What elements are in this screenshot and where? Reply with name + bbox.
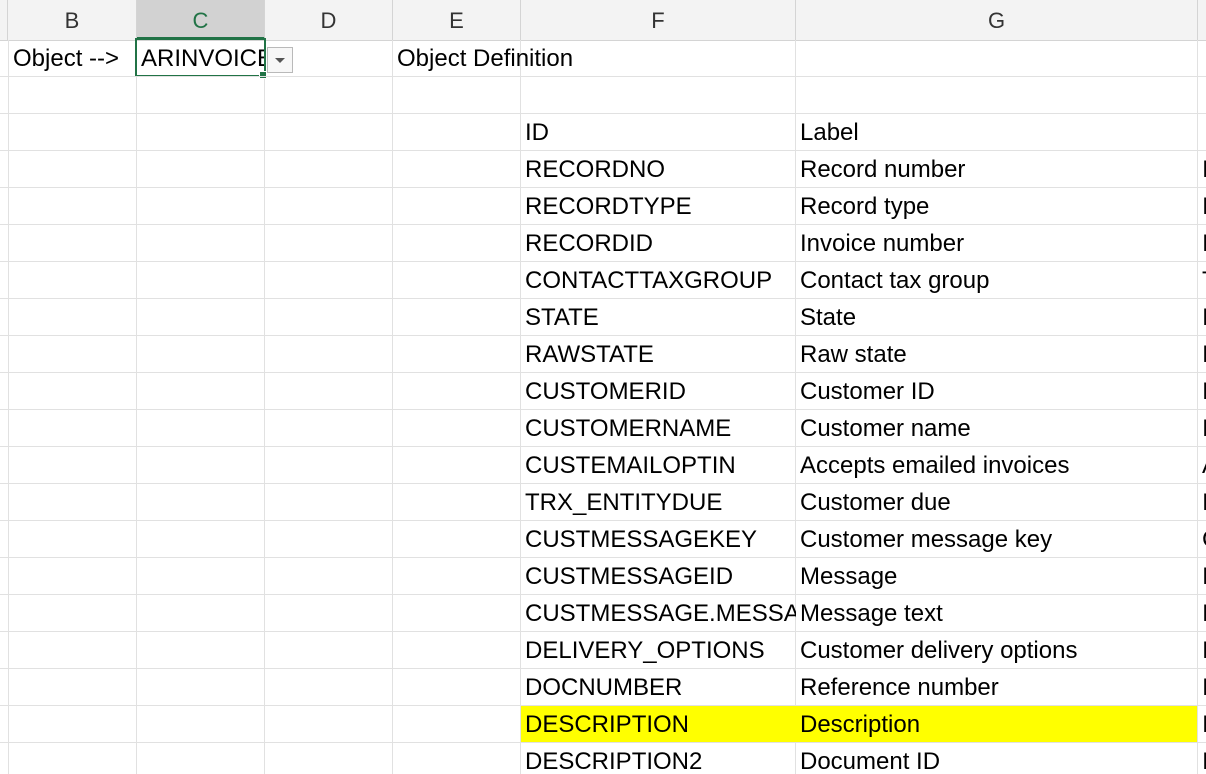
table-cell-next-column[interactable]: I	[1202, 559, 1206, 595]
table-cell-label[interactable]: Customer ID	[800, 374, 935, 410]
cell-grid[interactable]: Object --> ARINVOICE Object Definition I…	[0, 38, 1206, 774]
column-header-g[interactable]: G	[796, 0, 1198, 40]
table-cell-next-column[interactable]: I	[1202, 152, 1206, 188]
column-header-f[interactable]: F	[521, 0, 796, 40]
table-cell-next-column[interactable]: I	[1202, 337, 1206, 373]
table-cell-id[interactable]: DESCRIPTION2	[525, 744, 796, 774]
table-cell-id[interactable]: TRX_ENTITYDUE	[525, 485, 796, 521]
table-cell-label[interactable]: Contact tax group	[800, 263, 989, 299]
table-cell-next-column[interactable]: I	[1202, 744, 1206, 774]
table-cell-next-column[interactable]: I	[1202, 411, 1206, 447]
table-cell-id[interactable]: DELIVERY_OPTIONS	[525, 633, 796, 669]
table-cell-id[interactable]: CUSTOMERNAME	[525, 411, 796, 447]
table-cell-id[interactable]: RECORDNO	[525, 152, 796, 188]
table-cell-label[interactable]: Customer name	[800, 411, 971, 447]
table-cell-label[interactable]: Message text	[800, 596, 943, 632]
table-cell-label[interactable]: Message	[800, 559, 897, 595]
spreadsheet: B C D E F G Object --> ARINVOICE Object …	[0, 0, 1206, 774]
table-cell-next-column[interactable]: A	[1202, 448, 1206, 484]
column-header-e[interactable]: E	[393, 0, 521, 40]
table-cell-id[interactable]: CUSTEMAILOPTIN	[525, 448, 796, 484]
table-cell-label[interactable]: Customer due	[800, 485, 951, 521]
active-cell-selection[interactable]	[135, 38, 266, 77]
table-cell-label[interactable]: Document ID	[800, 744, 940, 774]
table-cell-label[interactable]: State	[800, 300, 856, 336]
table-cell-id[interactable]: RECORDID	[525, 226, 796, 262]
table-cell-id[interactable]: RECORDTYPE	[525, 189, 796, 225]
chevron-down-icon[interactable]	[267, 47, 293, 73]
cell-object-definition[interactable]: Object Definition	[397, 41, 573, 77]
column-header-row: B C D E F G	[0, 0, 1206, 41]
table-cell-id[interactable]: DOCNUMBER	[525, 670, 796, 706]
table-cell-label[interactable]: Record type	[800, 189, 929, 225]
table-cell-next-column[interactable]: I	[1202, 707, 1206, 743]
table-cell-id[interactable]: CUSTOMERID	[525, 374, 796, 410]
column-header-d[interactable]: D	[265, 0, 393, 40]
table-cell-next-column[interactable]: I	[1202, 485, 1206, 521]
table-cell-next-column[interactable]: I	[1202, 226, 1206, 262]
fill-handle[interactable]	[259, 71, 267, 79]
table-cell-id[interactable]: CUSTMESSAGEKEY	[525, 522, 796, 558]
column-header-b[interactable]: B	[8, 0, 137, 40]
table-cell-next-column[interactable]: I	[1202, 300, 1206, 336]
table-cell-label[interactable]: Invoice number	[800, 226, 964, 262]
table-cell-next-column[interactable]: I	[1202, 633, 1206, 669]
table-cell-label[interactable]: Raw state	[800, 337, 907, 373]
table-cell-id[interactable]: STATE	[525, 300, 796, 336]
table-cell-label[interactable]: Description	[800, 707, 920, 743]
table-cell-id[interactable]: RAWSTATE	[525, 337, 796, 373]
table-cell-label[interactable]: Customer delivery options	[800, 633, 1077, 669]
table-cell-label[interactable]: Reference number	[800, 670, 999, 706]
cell-object-label[interactable]: Object -->	[13, 41, 119, 77]
table-cell-label[interactable]: Record number	[800, 152, 965, 188]
table-cell-next-column[interactable]: T	[1202, 263, 1206, 299]
table-cell-next-column[interactable]: I	[1202, 596, 1206, 632]
table-header-label[interactable]: Label	[800, 115, 859, 151]
column-header-h[interactable]	[1198, 0, 1206, 40]
table-cell-next-column[interactable]: I	[1202, 670, 1206, 706]
table-cell-label[interactable]: Accepts emailed invoices	[800, 448, 1069, 484]
column-header-c[interactable]: C	[137, 0, 265, 40]
table-header-id[interactable]: ID	[525, 115, 549, 151]
table-cell-next-column[interactable]: I	[1202, 189, 1206, 225]
table-cell-id[interactable]: DESCRIPTION	[525, 707, 796, 743]
table-cell-label[interactable]: Customer message key	[800, 522, 1052, 558]
table-cell-id[interactable]: CUSTMESSAGEID	[525, 559, 796, 595]
table-cell-next-column[interactable]: C	[1202, 522, 1206, 558]
row-header-corner[interactable]	[0, 0, 8, 40]
table-cell-id[interactable]: CONTACTTAXGROUP	[525, 263, 796, 299]
table-cell-id[interactable]: CUSTMESSAGE.MESSAG	[525, 596, 796, 632]
table-cell-next-column[interactable]: I	[1202, 374, 1206, 410]
